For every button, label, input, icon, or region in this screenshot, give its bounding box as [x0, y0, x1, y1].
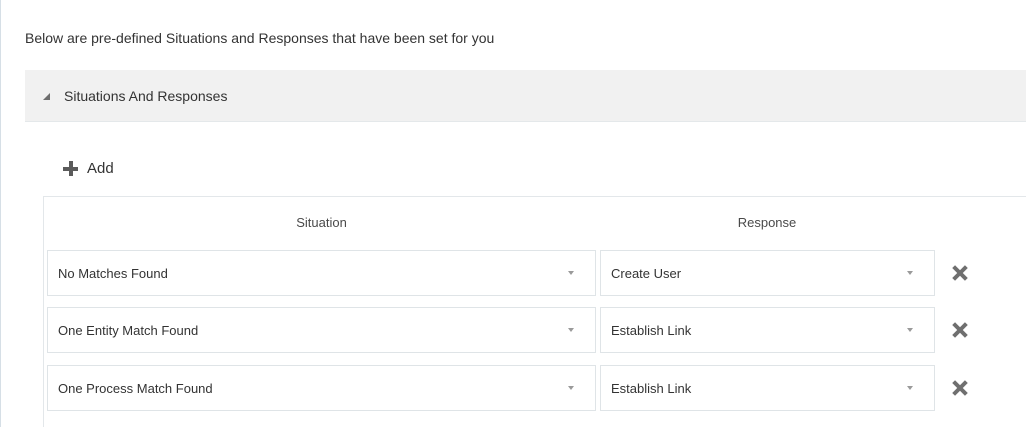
situation-select-value: No Matches Found — [58, 265, 168, 281]
response-select-value: Create User — [611, 265, 682, 281]
situation-select-value: One Entity Match Found — [58, 322, 199, 338]
chevron-down-icon — [568, 271, 574, 275]
close-x-icon[interactable] — [952, 265, 968, 281]
add-button-label: Add — [87, 160, 114, 177]
situation-select[interactable]: No Matches Found — [47, 250, 596, 296]
response-select-value: Establish Link — [611, 380, 692, 396]
table-row: No Matches Found Create User — [47, 250, 1026, 296]
table-row: One Process Match Found Establish Link — [47, 365, 1026, 411]
intro-text: Below are pre-defined Situations and Res… — [25, 30, 495, 46]
add-button[interactable]: Add — [63, 160, 114, 177]
chevron-down-icon — [568, 328, 574, 332]
triangle-expanded-icon[interactable] — [43, 92, 50, 100]
situation-select[interactable]: One Process Match Found — [47, 365, 596, 411]
situations-table: Situation Response No Matches Found Crea… — [43, 196, 1026, 427]
response-select[interactable]: Establish Link — [600, 365, 935, 411]
situation-select[interactable]: One Entity Match Found — [47, 307, 596, 353]
response-select-value: Establish Link — [611, 322, 692, 338]
response-select[interactable]: Create User — [600, 250, 935, 296]
chevron-down-icon — [568, 386, 574, 390]
close-x-icon[interactable] — [952, 322, 968, 338]
close-x-icon[interactable] — [952, 380, 968, 396]
chevron-down-icon — [907, 328, 913, 332]
situation-select-value: One Process Match Found — [58, 380, 213, 396]
situations-responses-section-header[interactable]: Situations And Responses — [25, 70, 1026, 122]
situations-responses-page: Below are pre-defined Situations and Res… — [0, 0, 1026, 427]
table-row: One Entity Match Found Establish Link — [47, 307, 1026, 353]
section-title: Situations And Responses — [64, 87, 228, 104]
response-select[interactable]: Establish Link — [600, 307, 935, 353]
situation-column-header: Situation — [296, 215, 347, 230]
chevron-down-icon — [907, 386, 913, 390]
response-column-header: Response — [737, 215, 797, 230]
chevron-down-icon — [907, 271, 913, 275]
plus-icon — [63, 161, 78, 176]
